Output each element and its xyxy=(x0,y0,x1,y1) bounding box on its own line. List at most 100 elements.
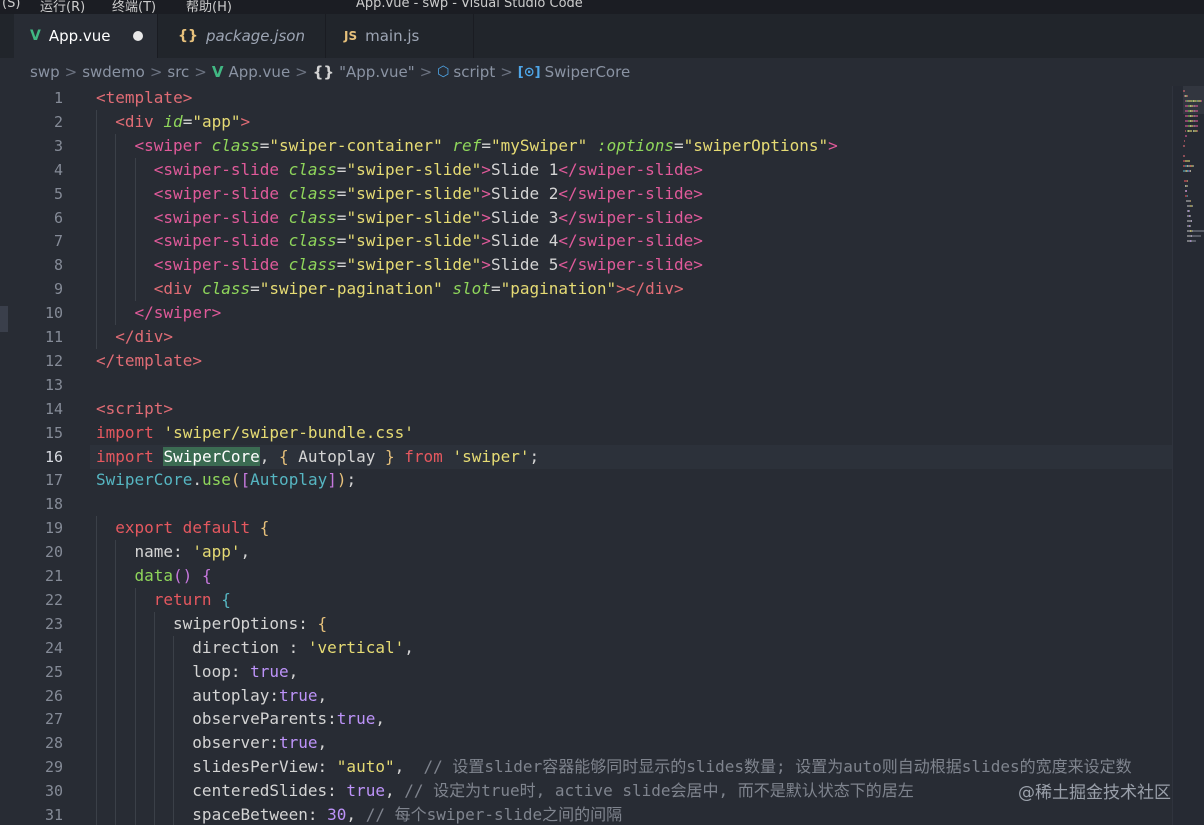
code-line[interactable]: 2 <div id="app"> xyxy=(0,109,1172,134)
minimap-stroke xyxy=(1187,185,1188,187)
code-token: <swiper xyxy=(134,135,212,155)
chevron-right-icon: > xyxy=(194,63,207,81)
code-line[interactable]: 17 SwiperCore.use([Autoplay]); xyxy=(0,468,1172,492)
code-line[interactable]: 16 import SwiperCore, { Autoplay } from '… xyxy=(0,444,1172,469)
indent-guide xyxy=(153,659,155,684)
menu-item-selection[interactable]: (S) xyxy=(2,0,20,11)
indent-guide xyxy=(115,611,117,636)
code-token: { xyxy=(259,518,270,538)
menu-item-run[interactable]: 运行(R) xyxy=(40,0,85,14)
code-line[interactable]: 18 xyxy=(0,492,1172,516)
line-number: 1 xyxy=(53,89,63,107)
code-line[interactable]: 29 slidesPerView: "auto", // 设置slider容器能够… xyxy=(0,755,1172,780)
code-token: : xyxy=(269,685,279,705)
menu-item-terminal[interactable]: 终端(T) xyxy=(112,0,156,14)
code-line[interactable]: 15 import 'swiper/swiper-bundle.css' xyxy=(0,421,1172,445)
breadcrumb-item-swp[interactable]: swp xyxy=(30,63,60,81)
indent-guide xyxy=(96,205,97,230)
breadcrumb-item-swdemo[interactable]: swdemo xyxy=(82,63,145,81)
code-line[interactable]: 6 <swiper-slide class="swiper-slide">Slid… xyxy=(0,205,1172,230)
code-token: { xyxy=(317,613,328,633)
menu-item-help[interactable]: 帮助(H) xyxy=(186,0,232,14)
indent-guide xyxy=(96,157,97,182)
code-token: import xyxy=(96,446,164,466)
breadcrumb-item-src[interactable]: src xyxy=(167,63,189,81)
tab-label: main.js xyxy=(365,27,420,45)
code-text: name: 'app', xyxy=(135,540,251,564)
indent-guide xyxy=(96,516,97,541)
line-number: 28 xyxy=(44,734,63,753)
code-line[interactable]: 24 direction : 'vertical', xyxy=(0,635,1172,660)
breadcrumb-label: App.vue xyxy=(228,63,291,81)
indent-guide xyxy=(134,755,136,780)
code-token: , xyxy=(384,781,405,801)
indent-guide xyxy=(134,659,136,684)
code-line[interactable]: 22 return { xyxy=(0,587,1172,612)
code-line[interactable]: 8 <swiper-slide class="swiper-slide">Slid… xyxy=(0,253,1172,278)
unsaved-dot-icon[interactable] xyxy=(133,31,143,41)
indent-guide xyxy=(115,635,117,660)
code-line[interactable]: 12 </template> xyxy=(0,349,1172,373)
code-line[interactable]: 13 xyxy=(0,373,1172,397)
indent-guide xyxy=(153,683,155,708)
code-token: class xyxy=(288,183,337,203)
indent-guide xyxy=(134,683,136,708)
code-token: 'vertical' xyxy=(307,637,405,657)
code-line[interactable]: 9 <div class="swiper-pagination" slot="pa… xyxy=(0,277,1172,302)
code-editor[interactable]: 1 <template> 2 <div id="app"> 3 <swiper class… xyxy=(0,86,1172,825)
code-line[interactable]: 27 observeParents:true, xyxy=(0,707,1172,732)
code-text: <div class="swiper-pagination" slot="pag… xyxy=(154,277,684,301)
indent-guide xyxy=(115,803,117,825)
line-number: 4 xyxy=(53,160,63,179)
breadcrumb-item-app-vue[interactable]: V App.vue xyxy=(212,63,290,81)
code-line[interactable]: 14 <script> xyxy=(0,397,1172,421)
code-line[interactable]: 11 </div> xyxy=(0,325,1172,349)
code-line[interactable]: 21 data() { xyxy=(0,564,1172,588)
indent-guide xyxy=(173,635,175,660)
code-line[interactable]: 1 <template> xyxy=(0,86,1172,110)
breadcrumb-item-script[interactable]: ⬡ script xyxy=(437,63,495,81)
code-token: "mySwiper" xyxy=(490,135,597,155)
code-token: data xyxy=(134,566,174,585)
code-token: , xyxy=(259,446,280,466)
braces-icon: {} xyxy=(312,63,335,81)
indent-guide xyxy=(173,707,175,732)
code-token: "app" xyxy=(192,111,241,131)
tab-main-js[interactable]: JS main.js xyxy=(326,14,474,58)
indent-guide xyxy=(96,707,97,732)
code-line[interactable]: 4 <swiper-slide class="swiper-slide">Slid… xyxy=(0,157,1172,182)
code-token: > xyxy=(828,135,838,155)
code-text: export default { xyxy=(115,516,269,540)
tab-package-json[interactable]: {} package.json xyxy=(158,14,326,58)
line-number: 22 xyxy=(44,590,63,609)
breadcrumb-item-swipercore[interactable]: [⊙] SwiperCore xyxy=(518,63,630,81)
indent-guide xyxy=(134,277,136,302)
code-token: { xyxy=(201,566,212,585)
indent-guide xyxy=(115,755,117,780)
code-line[interactable]: 3 <swiper class="swiper-container" ref="m… xyxy=(0,133,1172,158)
minimap[interactable] xyxy=(1172,86,1204,825)
code-token: > xyxy=(481,207,491,227)
code-token: , xyxy=(317,685,328,705)
indent-guide xyxy=(96,301,97,326)
tab-app-vue[interactable]: V App.vue xyxy=(14,14,158,58)
code-token: = xyxy=(481,135,491,155)
code-token: <template> xyxy=(96,88,193,107)
code-line[interactable]: 25 loop: true, xyxy=(0,659,1172,684)
code-line[interactable]: 23 swiperOptions: { xyxy=(0,611,1172,636)
code-line[interactable]: 31 spaceBetween: 30, // 每个swiper-slide之间的… xyxy=(0,803,1172,825)
code-line[interactable]: 20 name: 'app', xyxy=(0,540,1172,565)
code-token: = xyxy=(336,255,347,275)
code-line[interactable]: 10 </swiper> xyxy=(0,301,1172,326)
code-line[interactable]: 19 export default { xyxy=(0,516,1172,541)
code-line[interactable]: 30 centeredSlides: true, // 设定为true时, act… xyxy=(0,779,1172,804)
code-line[interactable]: 26 autoplay:true, xyxy=(0,683,1172,708)
code-line[interactable]: 7 <swiper-slide class="swiper-slide">Slid… xyxy=(0,229,1172,254)
code-text: <swiper-slide class="swiper-slide">Slide… xyxy=(154,229,703,253)
breadcrumb-item-module[interactable]: {} "App.vue" xyxy=(313,63,415,81)
code-line[interactable]: 5 <swiper-slide class="swiper-slide">Slid… xyxy=(0,181,1172,206)
code-token: "pagination" xyxy=(500,279,617,299)
code-line[interactable]: 28 observer:true, xyxy=(0,731,1172,756)
code-token: "swiper-slide" xyxy=(346,231,482,251)
indent-guide xyxy=(153,779,155,804)
